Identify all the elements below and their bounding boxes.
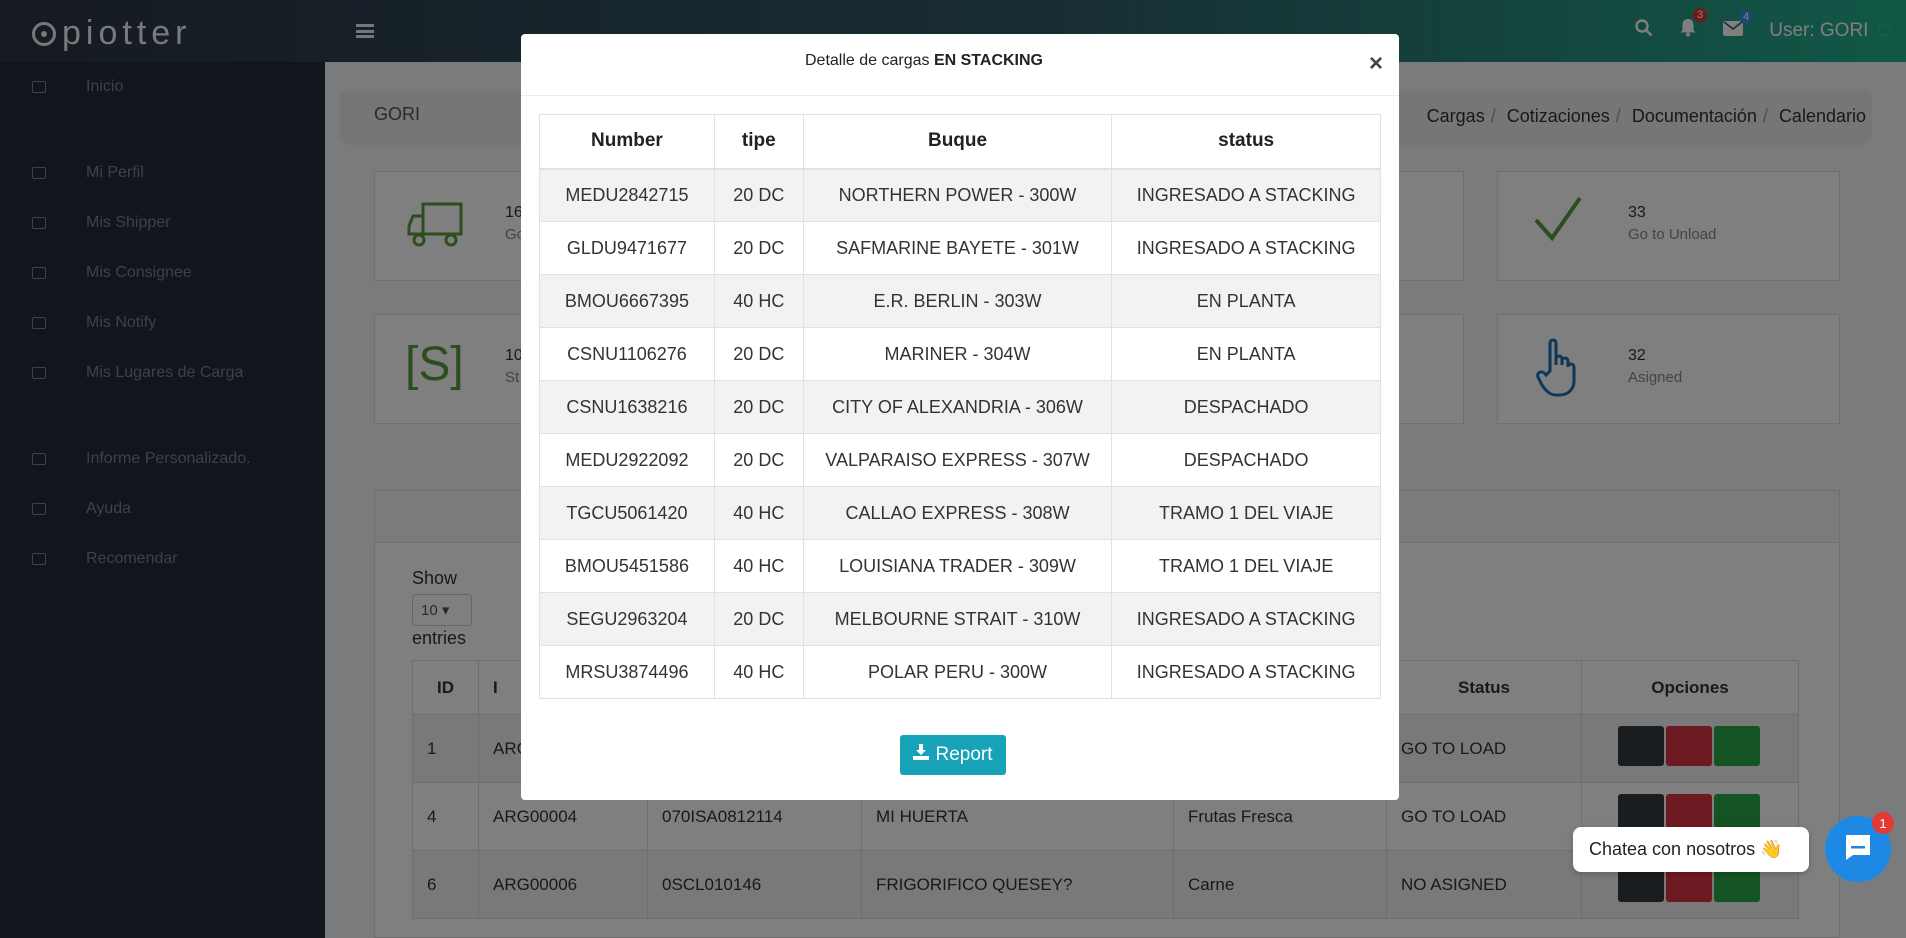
table-row: BMOU5451586 40 HC LOUISIANA TRADER - 309W T…	[539, 539, 1381, 593]
cell-tipe: 20 DC	[713, 380, 804, 434]
report-button-label: Report	[935, 744, 993, 765]
cell-number: CSNU1106276	[539, 327, 715, 381]
cell-status: DESPACHADO	[1111, 380, 1381, 434]
cell-buque: NORTHERN POWER - 300W	[802, 168, 1113, 222]
cell-number: MEDU2922092	[539, 433, 715, 487]
chat-unread-badge: 1	[1872, 812, 1894, 834]
cell-tipe: 40 HC	[713, 274, 804, 328]
table-row: TGCU5061420 40 HC CALLAO EXPRESS - 308W TRA…	[539, 486, 1381, 540]
cell-buque: MELBOURNE STRAIT - 310W	[802, 592, 1113, 646]
cell-tipe: 20 DC	[713, 221, 804, 275]
cell-status: DESPACHADO	[1111, 433, 1381, 487]
report-button[interactable]: Report	[900, 735, 1006, 775]
cell-buque: CITY OF ALEXANDRIA - 306W	[802, 380, 1113, 434]
table-row: GLDU9471677 20 DC SAFMARINE BAYETE - 301W I…	[539, 221, 1381, 275]
table-row: MEDU2842715 20 DC NORTHERN POWER - 300W ING…	[539, 168, 1381, 222]
cell-number: MEDU2842715	[539, 168, 715, 222]
cell-tipe: 20 DC	[713, 433, 804, 487]
cell-status: INGRESADO A STACKING	[1111, 645, 1381, 699]
table-row: BMOU6667395 40 HC E.R. BERLIN - 303W EN PLA…	[539, 274, 1381, 328]
cell-tipe: 20 DC	[713, 327, 804, 381]
chat-prompt-bubble[interactable]: Chatea con nosotros 👋	[1573, 827, 1809, 872]
cell-tipe: 40 HC	[713, 645, 804, 699]
cell-number: MRSU3874496	[539, 645, 715, 699]
cell-status: INGRESADO A STACKING	[1111, 221, 1381, 275]
cell-status: EN PLANTA	[1111, 274, 1381, 328]
cell-buque: MARINER - 304W	[802, 327, 1113, 381]
cell-buque: LOUISIANA TRADER - 309W	[802, 539, 1113, 593]
cell-tipe: 20 DC	[713, 168, 804, 222]
stacking-detail-table: Number tipe Buque status MEDU2842715 20 D…	[539, 114, 1381, 699]
cell-status: TRAMO 1 DEL VIAJE	[1111, 539, 1381, 593]
cell-buque: SAFMARINE BAYETE - 301W	[802, 221, 1113, 275]
cell-number: SEGU2963204	[539, 592, 715, 646]
column-header-status: status	[1111, 114, 1381, 170]
close-icon[interactable]: ×	[1369, 52, 1383, 76]
cell-tipe: 40 HC	[713, 486, 804, 540]
modal-title-prefix: Detalle de cargas	[804, 52, 934, 69]
cell-buque: VALPARAISO EXPRESS - 307W	[802, 433, 1113, 487]
cell-status: TRAMO 1 DEL VIAJE	[1111, 486, 1381, 540]
column-header-tipe: tipe	[713, 114, 804, 170]
table-row: CSNU1106276 20 DC MARINER - 304W EN PLANTA	[539, 327, 1381, 381]
table-row: MEDU2922092 20 DC VALPARAISO EXPRESS - 307…	[539, 433, 1381, 487]
stacking-detail-modal: Detalle de cargas EN STACKING × Number t…	[521, 34, 1399, 800]
download-icon	[913, 744, 930, 766]
table-row: SEGU2963204 20 DC MELBOURNE STRAIT - 310W I…	[539, 592, 1381, 646]
cell-status: INGRESADO A STACKING	[1111, 592, 1381, 646]
chat-prompt-text: Chatea con nosotros 👋	[1589, 839, 1783, 859]
chat-icon	[1843, 833, 1873, 866]
cell-status: INGRESADO A STACKING	[1111, 168, 1381, 222]
cell-number: GLDU9471677	[539, 221, 715, 275]
cell-number: BMOU6667395	[539, 274, 715, 328]
cell-number: TGCU5061420	[539, 486, 715, 540]
cell-buque: POLAR PERU - 300W	[802, 645, 1113, 699]
modal-title-bold: EN STACKING	[933, 52, 1043, 69]
cell-status: EN PLANTA	[1111, 327, 1381, 381]
modal-title: Detalle de cargas EN STACKING	[521, 52, 1327, 70]
table-row: CSNU1638216 20 DC CITY OF ALEXANDRIA - 306…	[539, 380, 1381, 434]
cell-buque: E.R. BERLIN - 303W	[802, 274, 1113, 328]
cell-number: BMOU5451586	[539, 539, 715, 593]
cell-tipe: 40 HC	[713, 539, 804, 593]
cell-number: CSNU1638216	[539, 380, 715, 434]
column-header-buque: Buque	[802, 114, 1113, 170]
cell-tipe: 20 DC	[713, 592, 804, 646]
table-row: MRSU3874496 40 HC POLAR PERU - 300W INGRESA…	[539, 645, 1381, 699]
cell-buque: CALLAO EXPRESS - 308W	[802, 486, 1113, 540]
modal-header: Detalle de cargas EN STACKING ×	[521, 34, 1399, 96]
column-header-number: Number	[539, 114, 715, 170]
